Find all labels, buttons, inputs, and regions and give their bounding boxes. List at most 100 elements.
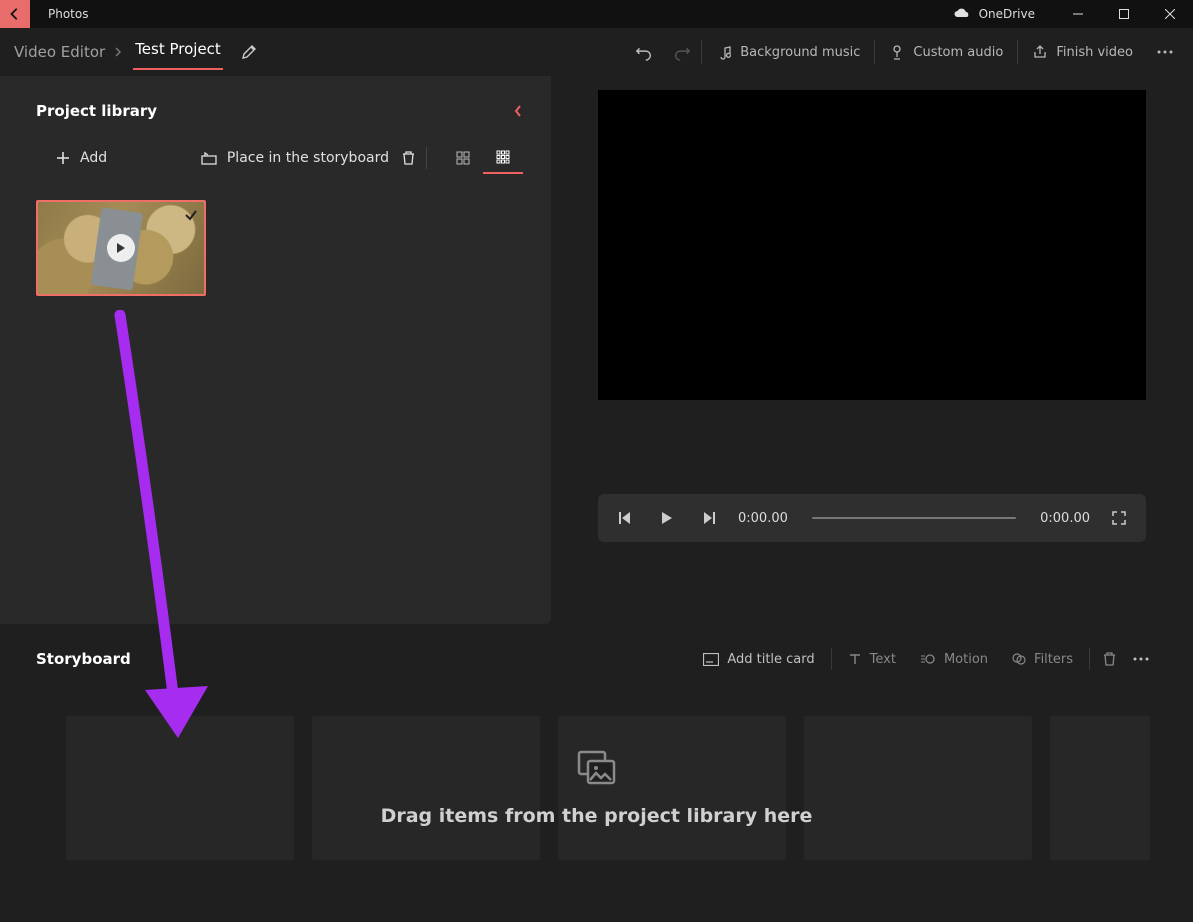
project-library-panel: Project library Add Place in the storybo… <box>0 76 551 624</box>
add-title-card-label: Add title card <box>727 652 814 667</box>
grid-small-icon <box>496 150 510 164</box>
storyboard-title: Storyboard <box>36 650 131 668</box>
motion-button[interactable]: Motion <box>908 642 1000 676</box>
pencil-icon <box>241 44 257 60</box>
background-music-button[interactable]: Background music <box>702 34 874 70</box>
maximize-button[interactable] <box>1101 0 1147 28</box>
plus-icon <box>56 151 70 165</box>
current-time: 0:00.00 <box>738 511 788 526</box>
view-small-button[interactable] <box>483 142 523 174</box>
close-button[interactable] <box>1147 0 1193 28</box>
text-button[interactable]: Text <box>836 642 908 676</box>
separator <box>1089 648 1090 670</box>
breadcrumb-root[interactable]: Video Editor <box>10 43 109 61</box>
toolbar: Video Editor Test Project Background mus… <box>0 28 1193 76</box>
more-icon <box>1133 657 1149 661</box>
prev-frame-button[interactable] <box>612 505 638 531</box>
total-time: 0:00.00 <box>1040 511 1090 526</box>
storyboard-slot[interactable] <box>312 716 540 860</box>
storyboard-slot[interactable] <box>66 716 294 860</box>
titlebar: Photos OneDrive <box>0 0 1193 28</box>
main: Project library Add Place in the storybo… <box>0 76 1193 624</box>
filters-button[interactable]: Filters <box>1000 642 1085 676</box>
play-icon <box>116 242 126 254</box>
separator <box>426 147 427 169</box>
filters-label: Filters <box>1034 652 1073 667</box>
add-title-card-button[interactable]: Add title card <box>691 642 826 676</box>
library-item[interactable] <box>36 200 206 296</box>
back-button[interactable] <box>0 0 30 28</box>
finish-label: Finish video <box>1056 45 1133 60</box>
separator <box>831 648 832 670</box>
delete-clip-button[interactable] <box>1094 642 1125 676</box>
delete-media-button[interactable] <box>397 144 420 172</box>
finish-video-button[interactable]: Finish video <box>1018 34 1147 70</box>
project-title[interactable]: Test Project <box>133 34 223 70</box>
minimize-icon <box>1073 9 1083 19</box>
view-large-button[interactable] <box>443 142 483 174</box>
rename-button[interactable] <box>241 44 257 60</box>
undo-icon <box>635 43 653 61</box>
undo-button[interactable] <box>625 34 663 70</box>
custom-audio-label: Custom audio <box>913 45 1003 60</box>
storyboard-more-button[interactable] <box>1125 642 1157 676</box>
play-icon <box>661 511 673 525</box>
filters-icon <box>1012 652 1026 666</box>
library-title: Project library <box>36 102 157 120</box>
fullscreen-button[interactable] <box>1106 505 1132 531</box>
place-icon <box>201 151 217 165</box>
storyboard-slot[interactable] <box>1050 716 1150 860</box>
collapse-library-button[interactable] <box>509 100 527 122</box>
step-back-icon <box>619 511 631 525</box>
onedrive-label: OneDrive <box>979 7 1035 21</box>
music-icon <box>716 44 732 60</box>
preview-area: 0:00.00 0:00.00 <box>551 76 1193 624</box>
add-media-button[interactable]: Add <box>48 144 115 172</box>
play-button[interactable] <box>654 505 680 531</box>
window-controls <box>1055 0 1193 28</box>
text-icon <box>848 652 862 666</box>
custom-audio-button[interactable]: Custom audio <box>875 34 1017 70</box>
redo-button[interactable] <box>663 34 701 70</box>
audio-icon <box>889 44 905 60</box>
grid-large-icon <box>456 151 470 165</box>
storyboard-slot[interactable] <box>804 716 1032 860</box>
trash-icon <box>1102 651 1117 667</box>
bg-music-label: Background music <box>740 45 860 60</box>
cloud-icon <box>953 8 971 20</box>
library-items <box>0 186 551 296</box>
selected-check <box>182 206 200 224</box>
storyboard-section: Storyboard Add title card Text Motion Fi… <box>0 624 1193 860</box>
video-preview[interactable] <box>598 90 1146 400</box>
chevron-right-icon <box>109 47 127 57</box>
redo-icon <box>673 43 691 61</box>
check-icon <box>184 208 198 222</box>
seek-bar[interactable] <box>812 517 1016 519</box>
play-overlay <box>107 234 135 262</box>
close-icon <box>1165 9 1175 19</box>
storyboard-slot[interactable] <box>558 716 786 860</box>
text-label: Text <box>870 652 896 667</box>
place-in-storyboard-button[interactable]: Place in the storyboard <box>193 144 397 172</box>
fullscreen-icon <box>1112 511 1126 525</box>
minimize-button[interactable] <box>1055 0 1101 28</box>
more-button[interactable] <box>1147 34 1183 70</box>
export-icon <box>1032 44 1048 60</box>
motion-label: Motion <box>944 652 988 667</box>
motion-icon <box>920 652 936 666</box>
arrow-left-icon <box>8 7 22 21</box>
add-label: Add <box>80 150 107 166</box>
chevron-left-icon <box>513 104 523 118</box>
trash-icon <box>401 150 416 166</box>
maximize-icon <box>1119 9 1129 19</box>
storyboard-strip[interactable]: Drag items from the project library here <box>36 716 1157 860</box>
app-title: Photos <box>48 7 88 21</box>
more-icon <box>1157 50 1173 54</box>
step-forward-icon <box>703 511 715 525</box>
player-controls: 0:00.00 0:00.00 <box>598 494 1146 542</box>
onedrive-status[interactable]: OneDrive <box>953 7 1035 21</box>
next-frame-button[interactable] <box>696 505 722 531</box>
place-label: Place in the storyboard <box>227 150 389 166</box>
library-toolbar: Add Place in the storyboard <box>0 130 551 186</box>
title-card-icon <box>703 653 719 666</box>
